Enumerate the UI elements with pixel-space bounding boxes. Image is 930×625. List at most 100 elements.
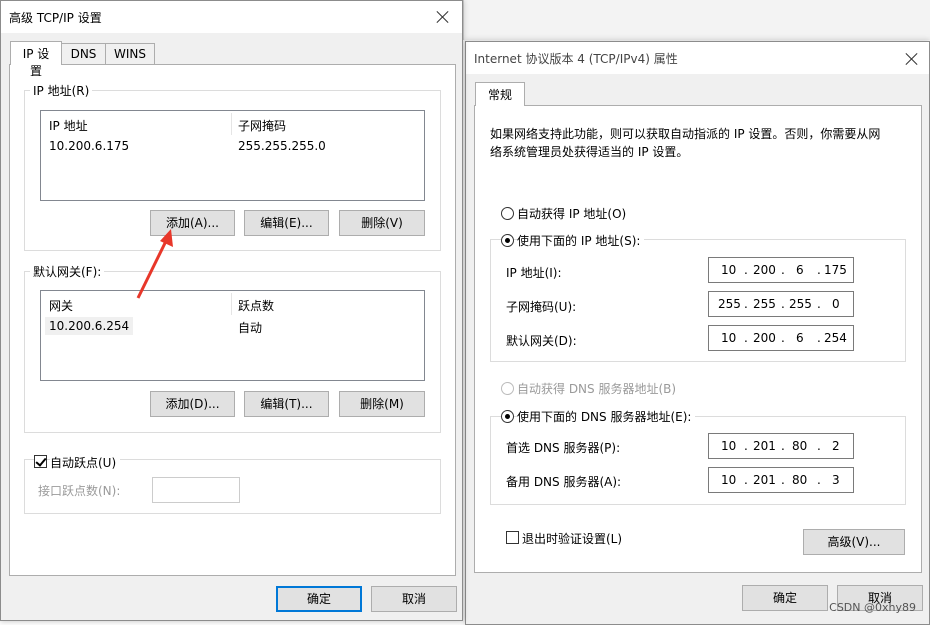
preferred-dns-field[interactable]: 10 . 201 . 80 . 2 [708, 433, 854, 459]
ip-remove-button[interactable]: 删除(V) [339, 210, 425, 236]
default-gateway-field[interactable]: 10 . 200 . 6 . 254 [708, 325, 854, 351]
annotation-arrow [136, 229, 173, 299]
column-subnet-mask[interactable]: 子网掩码 [238, 117, 286, 134]
interface-metric-label: 接口跃点数(N): [38, 484, 121, 498]
column-metric[interactable]: 跃点数 [238, 297, 274, 314]
pdns-octet-4: 2 [832, 439, 840, 453]
tab-ip-settings[interactable]: IP 设置 [10, 41, 62, 78]
ip-dot: . [744, 297, 748, 311]
adns-octet-4: 3 [832, 473, 840, 487]
ip-dot: . [744, 439, 748, 453]
advanced-cancel-button[interactable]: 取消 [371, 586, 457, 612]
close-icon[interactable] [903, 50, 921, 68]
gw-octet-3: 6 [796, 331, 804, 345]
mask-octet-3: 255 [789, 297, 812, 311]
adns-octet-3: 80 [792, 473, 808, 487]
ip-row-address[interactable]: 10.200.6.175 [49, 139, 129, 153]
gw-octet-4: 254 [824, 331, 847, 345]
gateway-row-metric[interactable]: 自动 [238, 319, 262, 336]
mask-octet-2: 255 [753, 297, 776, 311]
alternate-dns-label: 备用 DNS 服务器(A): [506, 475, 622, 489]
arrow-head [160, 229, 173, 247]
ip-dot: . [781, 439, 785, 453]
description-line-1: 如果网络支持此功能，则可以获取自动指派的 IP 设置。否则，你需要从网 [490, 127, 881, 141]
ip-octet-1: 10 [721, 263, 737, 277]
default-gateway-label: 默认网关(D): [506, 334, 577, 348]
pdns-octet-2: 201 [753, 439, 776, 453]
adns-octet-1: 10 [721, 473, 737, 487]
column-ip-address[interactable]: IP 地址 [49, 117, 88, 134]
ip-address-group-label: IP 地址(R) [30, 82, 93, 99]
ip-octet-3: 6 [796, 263, 804, 277]
tab-dns-label: DNS [70, 47, 97, 61]
ip-dot: . [817, 297, 821, 311]
auto-dns-radio[interactable] [501, 382, 514, 395]
tab-dns[interactable]: DNS [61, 43, 106, 65]
ip-dot: . [781, 331, 785, 345]
ip-row-mask[interactable]: 255.255.255.0 [238, 139, 326, 153]
ip-edit-button[interactable]: 编辑(E)... [244, 210, 329, 236]
column-separator [231, 113, 232, 135]
adns-octet-2: 201 [753, 473, 776, 487]
gateway-remove-button[interactable]: 删除(M) [339, 391, 425, 417]
alternate-dns-field[interactable]: 10 . 201 . 80 . 3 [708, 467, 854, 493]
description-line-2: 络系统管理员处获得适当的 IP 设置。 [490, 145, 689, 159]
manual-ip-label: 使用下面的 IP 地址(S): [517, 232, 645, 249]
ip-dot: . [781, 473, 785, 487]
preferred-dns-label: 首选 DNS 服务器(P): [506, 441, 621, 455]
close-icon[interactable] [434, 8, 452, 26]
ip-dot: . [817, 263, 821, 277]
ip-dot: . [817, 473, 821, 487]
ipv4-properties-dialog: Internet 协议版本 4 (TCP/IPv4) 属性 常规 如果网络支持此… [465, 41, 930, 625]
ipv4-ok-button[interactable]: 确定 [742, 585, 828, 611]
column-gateway[interactable]: 网关 [49, 297, 73, 314]
auto-ip-radio[interactable] [501, 207, 514, 220]
mask-octet-1: 255 [718, 297, 741, 311]
ip-dot: . [817, 331, 821, 345]
auto-metric-label: 自动跃点(U) [50, 454, 121, 471]
ip-dot: . [744, 331, 748, 345]
ip-octet-4: 175 [824, 263, 847, 277]
auto-dns-label: 自动获得 DNS 服务器地址(B) [517, 382, 677, 396]
advanced-dialog-title: 高级 TCP/IP 设置 [9, 11, 102, 25]
ip-address-list[interactable]: IP 地址 子网掩码 10.200.6.175 255.255.255.0 [40, 110, 425, 201]
manual-dns-label: 使用下面的 DNS 服务器地址(E): [517, 408, 696, 425]
manual-ip-radio[interactable] [501, 234, 514, 247]
auto-metric-checkbox[interactable] [34, 455, 47, 468]
gateway-list[interactable]: 网关 跃点数 10.200.6.254 自动 [40, 290, 425, 381]
ip-dot: . [781, 297, 785, 311]
validate-checkbox[interactable] [506, 531, 519, 544]
pdns-octet-3: 80 [792, 439, 808, 453]
gateway-row-address[interactable]: 10.200.6.254 [45, 317, 134, 335]
ip-octet-2: 200 [753, 263, 776, 277]
ip-dot: . [744, 263, 748, 277]
arrow-shaft [136, 238, 169, 299]
auto-ip-label: 自动获得 IP 地址(O) [517, 207, 627, 221]
csdn-watermark: CSDN @0xhy89 [829, 601, 916, 614]
tab-wins-label: WINS [114, 47, 146, 61]
advanced-ok-button[interactable]: 确定 [276, 586, 362, 612]
manual-dns-radio[interactable] [501, 410, 514, 423]
interface-metric-input[interactable] [152, 477, 240, 503]
subnet-mask-field[interactable]: 255 . 255 . 255 . 0 [708, 291, 854, 317]
advanced-tcpip-dialog: 高级 TCP/IP 设置 IP 设置 DNS WINS IP 地址(R) IP … [0, 0, 463, 621]
tab-general[interactable]: 常规 [475, 82, 525, 106]
ip-address-field[interactable]: 10 . 200 . 6 . 175 [708, 257, 854, 283]
ipv4-dialog-title: Internet 协议版本 4 (TCP/IPv4) 属性 [474, 52, 678, 66]
subnet-mask-label: 子网掩码(U): [506, 300, 577, 314]
ip-dot: . [817, 439, 821, 453]
pdns-octet-1: 10 [721, 439, 737, 453]
mask-octet-4: 0 [832, 297, 840, 311]
gateway-group-label: 默认网关(F): [30, 263, 105, 280]
ip-address-label: IP 地址(I): [506, 266, 562, 280]
gateway-add-button[interactable]: 添加(D)... [150, 391, 235, 417]
gateway-edit-button[interactable]: 编辑(T)... [244, 391, 329, 417]
advanced-button[interactable]: 高级(V)... [803, 529, 905, 555]
ip-dot: . [744, 473, 748, 487]
column-separator [231, 293, 232, 315]
advanced-title-bar: 高级 TCP/IP 设置 [1, 1, 462, 33]
gw-octet-2: 200 [753, 331, 776, 345]
ipv4-title-bar: Internet 协议版本 4 (TCP/IPv4) 属性 [466, 42, 929, 74]
tab-wins[interactable]: WINS [105, 43, 155, 65]
tab-general-label: 常规 [487, 88, 512, 102]
